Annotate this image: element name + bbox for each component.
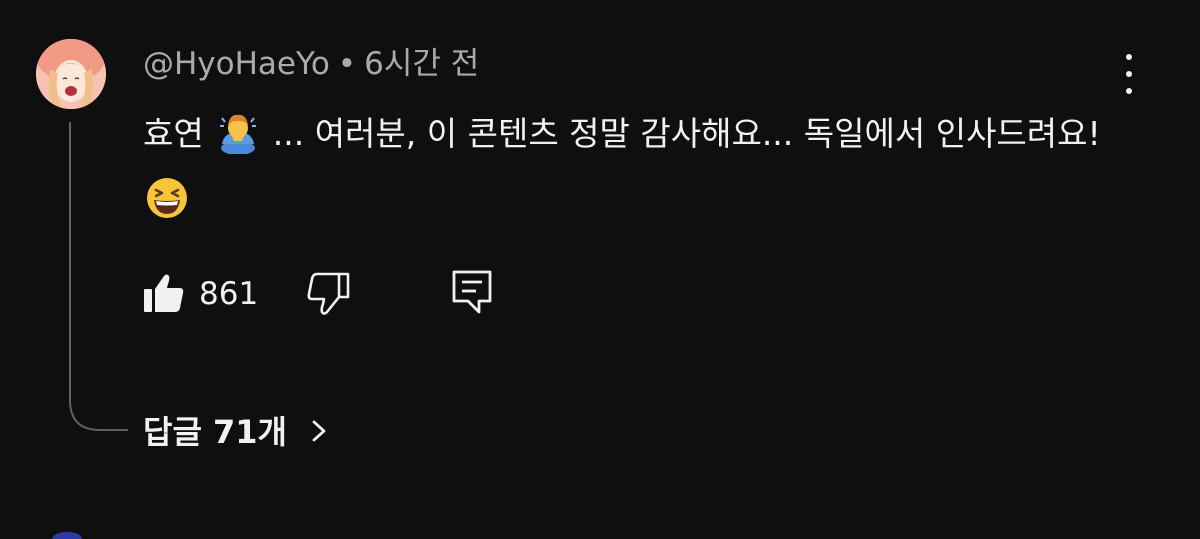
menu-dot [1126,88,1132,94]
header-separator: • [337,46,357,82]
thumbs-down-icon[interactable] [305,270,351,316]
like-count: 861 [199,276,259,312]
author-name[interactable]: @HyoHaeYo [143,46,330,82]
thread-connector-line [69,122,128,431]
comment-timestamp[interactable]: 6시간 전 [364,46,479,82]
avatar[interactable] [36,39,106,109]
more-vert-icon[interactable] [1114,54,1144,94]
grinning-squinting-face-emoji [147,177,187,218]
comment-text-part1: 효연 [143,114,204,153]
comment-text: 효연 ... 여러분, 이 콘텐츠 정말 감사해요... 독일에서 인사드려요! [143,101,1103,233]
view-replies-button[interactable]: 답글 71개 [143,410,330,454]
thumbs-up-icon[interactable] [143,272,185,314]
menu-dot [1126,54,1132,60]
person-bowing-emoji [220,114,257,154]
menu-dot [1126,71,1132,77]
comment-page: @HyoHaeYo • 6시간 전 효연 ... 여러분, 이 콘텐츠 정말 감사해… [0,0,1200,539]
comment-header: @HyoHaeYo • 6시간 전 [143,44,479,84]
replies-label: 답글 71개 [143,413,287,451]
comment-text-part2: ... 여러분, 이 콘텐츠 정말 감사해요... 독일에서 인사드려요! [272,114,1101,153]
avatar-image [36,39,106,109]
reply-comment-icon[interactable] [451,268,493,314]
next-comment-avatar[interactable] [52,532,82,539]
chevron-right-icon [312,420,326,442]
